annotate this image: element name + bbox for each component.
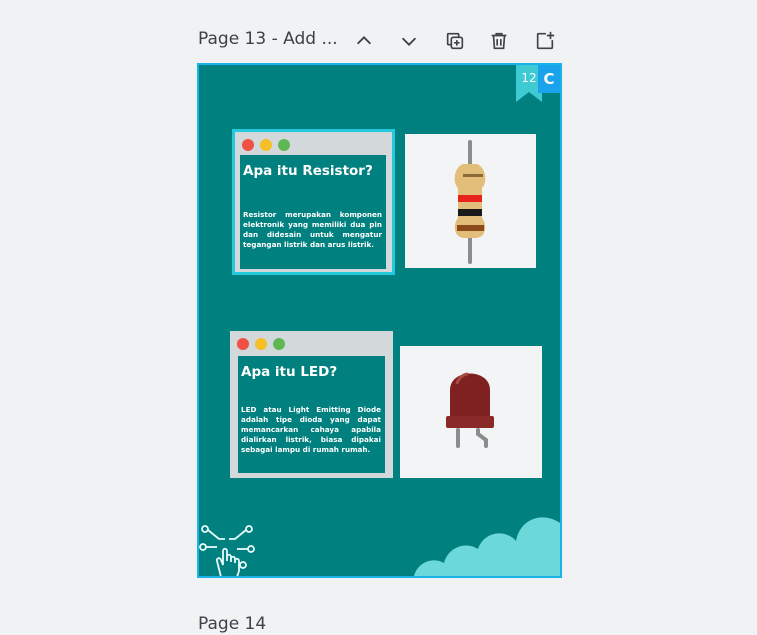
led-image[interactable] [400, 346, 542, 478]
duplicate-icon [446, 32, 464, 50]
resistor-icon [454, 140, 486, 264]
red-dot-icon [237, 338, 249, 350]
green-dot-icon [278, 139, 290, 151]
page-header: Page 13 - Add ... [198, 26, 562, 56]
circuit-touch-icon [199, 525, 255, 576]
cloud-decoration-icon [414, 517, 560, 576]
chevron-down-icon [401, 37, 417, 46]
window-controls [237, 338, 285, 350]
led-icon [446, 372, 494, 448]
led-title[interactable]: Apa itu LED? [241, 364, 337, 380]
move-page-down-button[interactable] [394, 26, 424, 56]
chevron-up-icon [356, 36, 372, 45]
resistor-image[interactable] [405, 134, 536, 268]
card-content: Apa itu LED? LED atau Light Emitting Dio… [238, 356, 385, 473]
led-card[interactable]: Apa itu LED? LED atau Light Emitting Dio… [230, 331, 393, 478]
red-dot-icon [242, 139, 254, 151]
resistor-card[interactable]: Apa itu Resistor? Resistor merupakan kom… [232, 129, 395, 275]
resistor-title[interactable]: Apa itu Resistor? [243, 163, 373, 179]
collaborator-avatar[interactable]: C [538, 65, 560, 93]
card-content: Apa itu Resistor? Resistor merupakan kom… [240, 155, 386, 269]
trash-icon [491, 32, 507, 50]
add-page-button[interactable] [530, 26, 560, 56]
led-description[interactable]: LED atau Light Emitting Diode adalah tip… [241, 405, 381, 455]
page-title[interactable]: Page 13 - Add ... [198, 29, 338, 49]
next-page-title[interactable]: Page 14 [198, 614, 266, 634]
delete-page-button[interactable] [484, 26, 514, 56]
yellow-dot-icon [260, 139, 272, 151]
yellow-dot-icon [255, 338, 267, 350]
add-page-icon [536, 31, 555, 50]
move-page-up-button[interactable] [349, 26, 379, 56]
window-controls [242, 139, 290, 151]
resistor-description[interactable]: Resistor merupakan komponen elektronik y… [243, 210, 382, 250]
slide-canvas[interactable]: 12 C Apa itu Resistor? Resistor merupaka… [197, 63, 562, 578]
green-dot-icon [273, 338, 285, 350]
duplicate-page-button[interactable] [440, 26, 470, 56]
